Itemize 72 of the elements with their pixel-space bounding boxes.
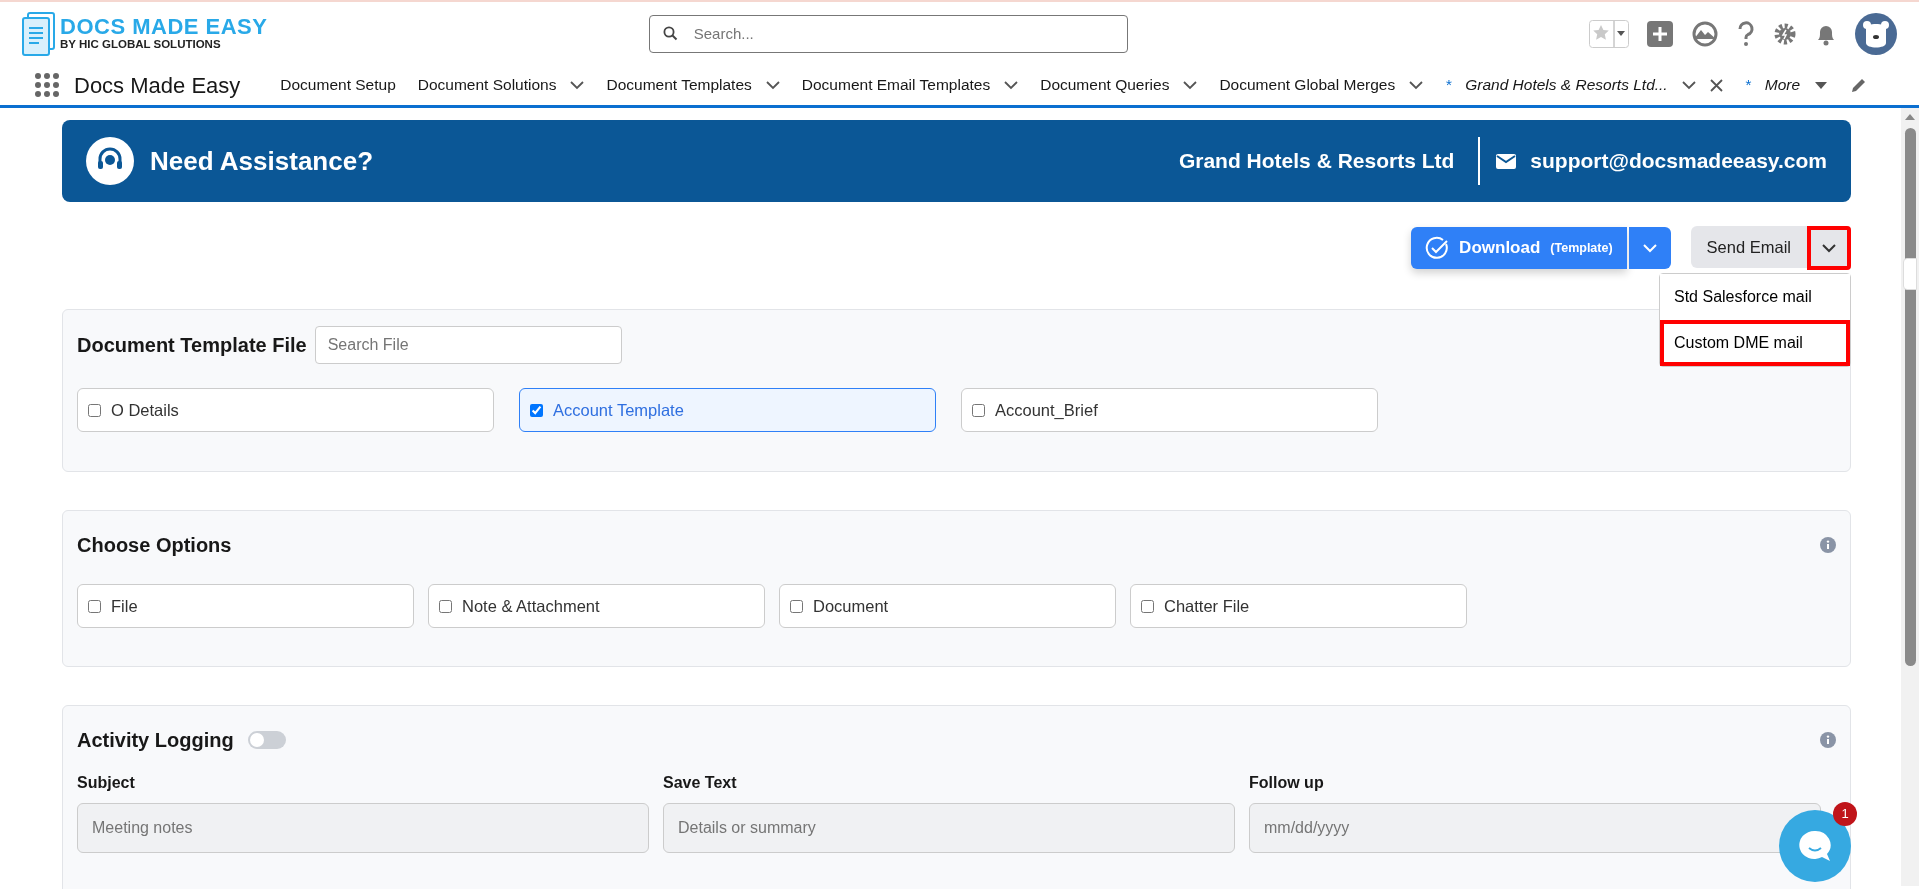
input-field[interactable]: Details or summary (663, 803, 1235, 853)
logo-subtitle: BY HIC GLOBAL SOLUTIONS (60, 38, 222, 51)
close-icon[interactable] (1709, 78, 1723, 92)
checkbox-option[interactable]: File (77, 584, 414, 628)
input-field[interactable]: mm/dd/yyyy (1249, 803, 1821, 853)
nav-tab[interactable]: Document Queries (1040, 73, 1170, 97)
notification-badge: 1 (1833, 802, 1857, 826)
chevron-down-icon[interactable] (1004, 80, 1019, 90)
checkbox[interactable] (1141, 599, 1154, 613)
chevron-down-icon[interactable] (1183, 80, 1198, 90)
checkbox[interactable] (530, 403, 543, 417)
chat-bubble-icon (1798, 829, 1832, 863)
checkbox[interactable] (972, 403, 985, 417)
toggle-switch[interactable] (247, 731, 286, 749)
info-icon[interactable] (1820, 537, 1836, 553)
checkbox[interactable] (790, 599, 803, 613)
mountain-icon[interactable] (1691, 20, 1719, 47)
search-icon (662, 25, 678, 41)
chevron-down-icon (1822, 243, 1836, 253)
nav-tab[interactable]: * Grand Hotels & Resorts Ltd... (1445, 73, 1668, 97)
checkbox-option[interactable]: O Details (77, 388, 494, 432)
checkbox[interactable] (88, 599, 101, 613)
company-name: Grand Hotels & Resorts Ltd (1178, 137, 1481, 185)
check-circle-icon (1425, 236, 1450, 260)
avatar-icon[interactable] (1855, 12, 1897, 55)
checkbox-option[interactable]: Chatter File (1130, 584, 1467, 628)
checkbox-option[interactable]: Document (779, 584, 1116, 628)
scroll-up-icon[interactable] (1905, 114, 1915, 120)
input-field[interactable]: Meeting notes (77, 803, 649, 853)
nav-tab[interactable]: Document Email Templates (801, 73, 991, 97)
download-button[interactable]: Download (Template) (1411, 227, 1627, 269)
nav-tab[interactable]: Document Solutions (417, 73, 557, 97)
chevron-down-icon[interactable] (1681, 80, 1696, 90)
nav-tab[interactable]: Document Global Merges (1219, 73, 1396, 97)
plus-icon[interactable] (1647, 20, 1673, 47)
section-title: Document Template File (77, 333, 307, 358)
side-panel-handle[interactable] (1903, 258, 1917, 290)
search-field[interactable]: Search... (648, 14, 1128, 53)
support-email: support@docsmadeeasy.com (1530, 148, 1827, 175)
checkbox-option[interactable]: Account_Brief (961, 388, 1378, 432)
nav-tab[interactable]: * More (1744, 73, 1801, 97)
settings-icon[interactable] (1773, 21, 1797, 46)
app-launcher-icon[interactable] (34, 72, 60, 98)
section-title: Choose Options (77, 533, 232, 558)
nav-tab[interactable]: Document Templates (606, 73, 752, 97)
file-search-field[interactable]: Search File (314, 326, 622, 364)
menu-item[interactable]: Custom DME mail (1660, 320, 1850, 366)
caret-down-icon[interactable] (1814, 80, 1829, 90)
email-icon (1496, 153, 1517, 169)
help-icon[interactable] (1737, 20, 1755, 47)
app-name: Docs Made Easy (74, 71, 241, 100)
checkbox-option[interactable]: Note & Attachment (428, 584, 765, 628)
send-email-options-button[interactable] (1807, 226, 1851, 270)
nav-tab[interactable]: Document Setup (280, 73, 396, 97)
chevron-down-icon[interactable] (1409, 80, 1424, 90)
checkbox[interactable] (88, 403, 101, 417)
scrollbar[interactable] (1901, 108, 1919, 886)
chevron-down-icon[interactable] (570, 80, 585, 90)
chevron-down-icon[interactable] (765, 80, 780, 90)
download-options-button[interactable] (1628, 227, 1671, 269)
chevron-down-icon (1642, 243, 1657, 253)
banner-title: Need Assistance? (150, 144, 374, 178)
field-label: Follow up (1249, 773, 1325, 793)
field-label: Subject (77, 773, 136, 793)
field-label: Save Text (663, 773, 738, 793)
info-icon[interactable] (1820, 732, 1836, 748)
checkbox[interactable] (439, 599, 452, 613)
section-title: Activity Logging (77, 728, 234, 753)
document-icon (22, 11, 56, 56)
headset-icon (86, 137, 134, 185)
send-email-button[interactable]: Send Email (1690, 226, 1807, 268)
logo-title: DOCS MADE EASY (60, 16, 268, 39)
